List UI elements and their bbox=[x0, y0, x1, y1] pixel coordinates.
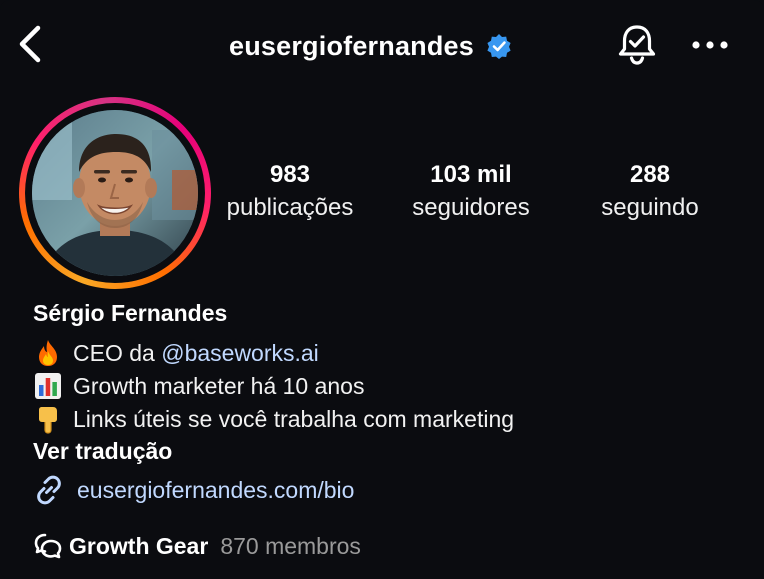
bio-line: CEO da @baseworks.ai bbox=[33, 338, 319, 368]
posts-count[interactable]: 983 publicações bbox=[214, 160, 366, 223]
chat-bubbles-icon bbox=[34, 533, 62, 559]
profile-photo bbox=[32, 110, 198, 276]
profile-screen: eusergiofernandes 983 publicações 103 mi… bbox=[0, 0, 764, 579]
broadcast-channel[interactable]: Growth Gear 870 membros bbox=[33, 531, 361, 561]
verified-badge-icon bbox=[487, 34, 511, 59]
bio-line: Links úteis se você trabalha com marketi… bbox=[33, 404, 514, 434]
bio-link-text: eusergiofernandes.com/bio bbox=[77, 476, 355, 503]
bio-line: Growth marketer há 10 anos bbox=[33, 371, 364, 401]
followers-label: seguidores bbox=[412, 194, 530, 221]
bio-link[interactable]: eusergiofernandes.com/bio bbox=[33, 474, 354, 506]
bio-text: Links úteis se você trabalha com marketi… bbox=[73, 405, 515, 432]
bio-mention-link[interactable]: @baseworks.ai bbox=[161, 340, 319, 366]
bio-text: Growth marketer há 10 anos bbox=[73, 372, 365, 399]
bar-chart-emoji-icon bbox=[35, 373, 61, 399]
channel-member-count: 870 membros bbox=[220, 532, 361, 559]
avatar bbox=[32, 110, 198, 276]
profile-title: eusergiofernandes bbox=[229, 26, 512, 66]
link-icon bbox=[37, 475, 61, 505]
more-options-button[interactable] bbox=[688, 30, 732, 60]
following-count[interactable]: 288 seguindo bbox=[590, 160, 710, 223]
more-horizontal-icon bbox=[692, 41, 728, 49]
pointing-down-emoji-icon bbox=[39, 407, 57, 434]
bio-ceo-text: CEO da bbox=[73, 339, 162, 366]
fire-emoji-icon bbox=[39, 340, 57, 366]
bio-text: CEO da @baseworks.ai bbox=[73, 340, 319, 367]
story-ring-avatar[interactable] bbox=[19, 97, 211, 289]
profile-full-name: Sérgio Fernandes bbox=[33, 300, 228, 326]
following-value: 288 bbox=[629, 161, 671, 188]
bell-check-icon bbox=[618, 25, 656, 65]
profile-username: eusergiofernandes bbox=[229, 30, 474, 61]
channel-name: Growth Gear bbox=[69, 532, 209, 559]
back-button[interactable] bbox=[14, 24, 50, 64]
followers-count[interactable]: 103 mil seguidores bbox=[398, 160, 544, 223]
posts-value: 983 bbox=[269, 161, 311, 188]
see-translation-button[interactable]: Ver tradução bbox=[33, 438, 172, 465]
profile-header: eusergiofernandes bbox=[0, 0, 764, 90]
notifications-button[interactable] bbox=[614, 22, 660, 68]
following-label: seguindo bbox=[601, 194, 699, 221]
chevron-left-icon bbox=[19, 25, 41, 63]
followers-value: 103 mil bbox=[430, 161, 512, 188]
posts-label: publicações bbox=[226, 194, 354, 221]
